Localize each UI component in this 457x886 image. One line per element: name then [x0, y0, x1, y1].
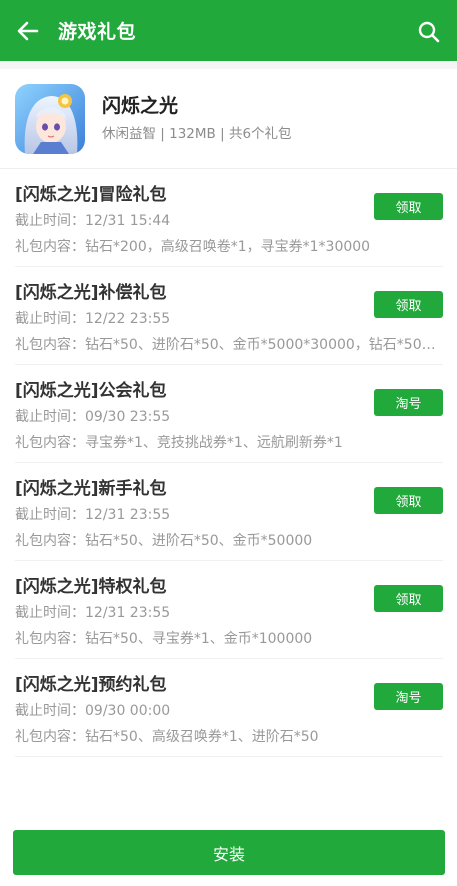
gift-title: [闪烁之光]公会礼包 [15, 381, 167, 401]
search-icon [418, 21, 440, 43]
arrow-left-icon [17, 21, 39, 41]
gift-deadline: 截止时间：12/31 15:44 [15, 213, 171, 229]
gift-deadline: 截止时间：09/30 00:00 [15, 703, 171, 719]
gift-deadline: 截止时间：12/31 23:55 [15, 507, 171, 523]
gift-deadline: 截止时间：09/30 23:55 [15, 409, 171, 425]
gift-content: 礼包内容：钻石*50、进阶石*50、金币*50000 [15, 533, 313, 549]
taohao-button[interactable]: 淘号 [374, 389, 443, 416]
gift-title: [闪烁之光]补偿礼包 [15, 283, 167, 303]
page-title: 游戏礼包 [58, 21, 137, 43]
gift-item[interactable]: [闪烁之光]新手礼包 截止时间：12/31 23:55 礼包内容：钻石*50、进… [15, 463, 443, 561]
claim-button[interactable]: 领取 [374, 193, 443, 220]
claim-button[interactable]: 领取 [374, 585, 443, 612]
gift-item[interactable]: [闪烁之光]预约礼包 截止时间：09/30 00:00 礼包内容：钻石*50、高… [15, 659, 443, 757]
top-bar: 游戏礼包 [0, 0, 457, 61]
gift-content: 礼包内容：钻石*200，高级召唤卷*1，寻宝券*1*30000 [15, 239, 371, 255]
gift-item[interactable]: [闪烁之光]冒险礼包 截止时间：12/31 15:44 礼包内容：钻石*200，… [15, 169, 443, 267]
gift-item[interactable]: [闪烁之光]公会礼包 截止时间：09/30 23:55 礼包内容：寻宝券*1、竞… [15, 365, 443, 463]
gift-content: 礼包内容：钻石*50、进阶石*50、金币*5000*30000，钻石*50、… [15, 337, 445, 353]
gift-deadline: 截止时间：12/31 23:55 [15, 605, 171, 621]
bottom-bar: 安装 [0, 826, 457, 886]
gift-list: [闪烁之光]冒险礼包 截止时间：12/31 15:44 礼包内容：钻石*200，… [0, 169, 457, 757]
taohao-button[interactable]: 淘号 [374, 683, 443, 710]
claim-button[interactable]: 领取 [374, 291, 443, 318]
back-button[interactable] [16, 19, 40, 43]
gift-item[interactable]: [闪烁之光]特权礼包 截止时间：12/31 23:55 礼包内容：钻石*50、寻… [15, 561, 443, 659]
gift-content: 礼包内容：钻石*50、高级召唤券*1、进阶石*50 [15, 729, 319, 745]
app-meta: 休闲益智 | 132MB | 共6个礼包 [102, 126, 292, 142]
gift-title: [闪烁之光]新手礼包 [15, 479, 167, 499]
game-app-icon[interactable] [15, 84, 85, 154]
gift-deadline: 截止时间：12/22 23:55 [15, 311, 171, 327]
header-divider [0, 61, 457, 69]
gift-content: 礼包内容：钻石*50、寻宝券*1、金币*100000 [15, 631, 313, 647]
claim-button[interactable]: 领取 [374, 487, 443, 514]
search-button[interactable] [417, 20, 441, 44]
app-info: 闪烁之光 休闲益智 | 132MB | 共6个礼包 [0, 69, 457, 169]
gift-title: [闪烁之光]预约礼包 [15, 675, 167, 695]
gift-title: [闪烁之光]冒险礼包 [15, 185, 167, 205]
gift-content: 礼包内容：寻宝券*1、竞技挑战券*1、远航刷新券*1 [15, 435, 343, 451]
app-name: 闪烁之光 [102, 95, 179, 117]
gift-title: [闪烁之光]特权礼包 [15, 577, 167, 597]
install-button[interactable]: 安装 [13, 830, 445, 875]
gift-item[interactable]: [闪烁之光]补偿礼包 截止时间：12/22 23:55 礼包内容：钻石*50、进… [15, 267, 445, 365]
